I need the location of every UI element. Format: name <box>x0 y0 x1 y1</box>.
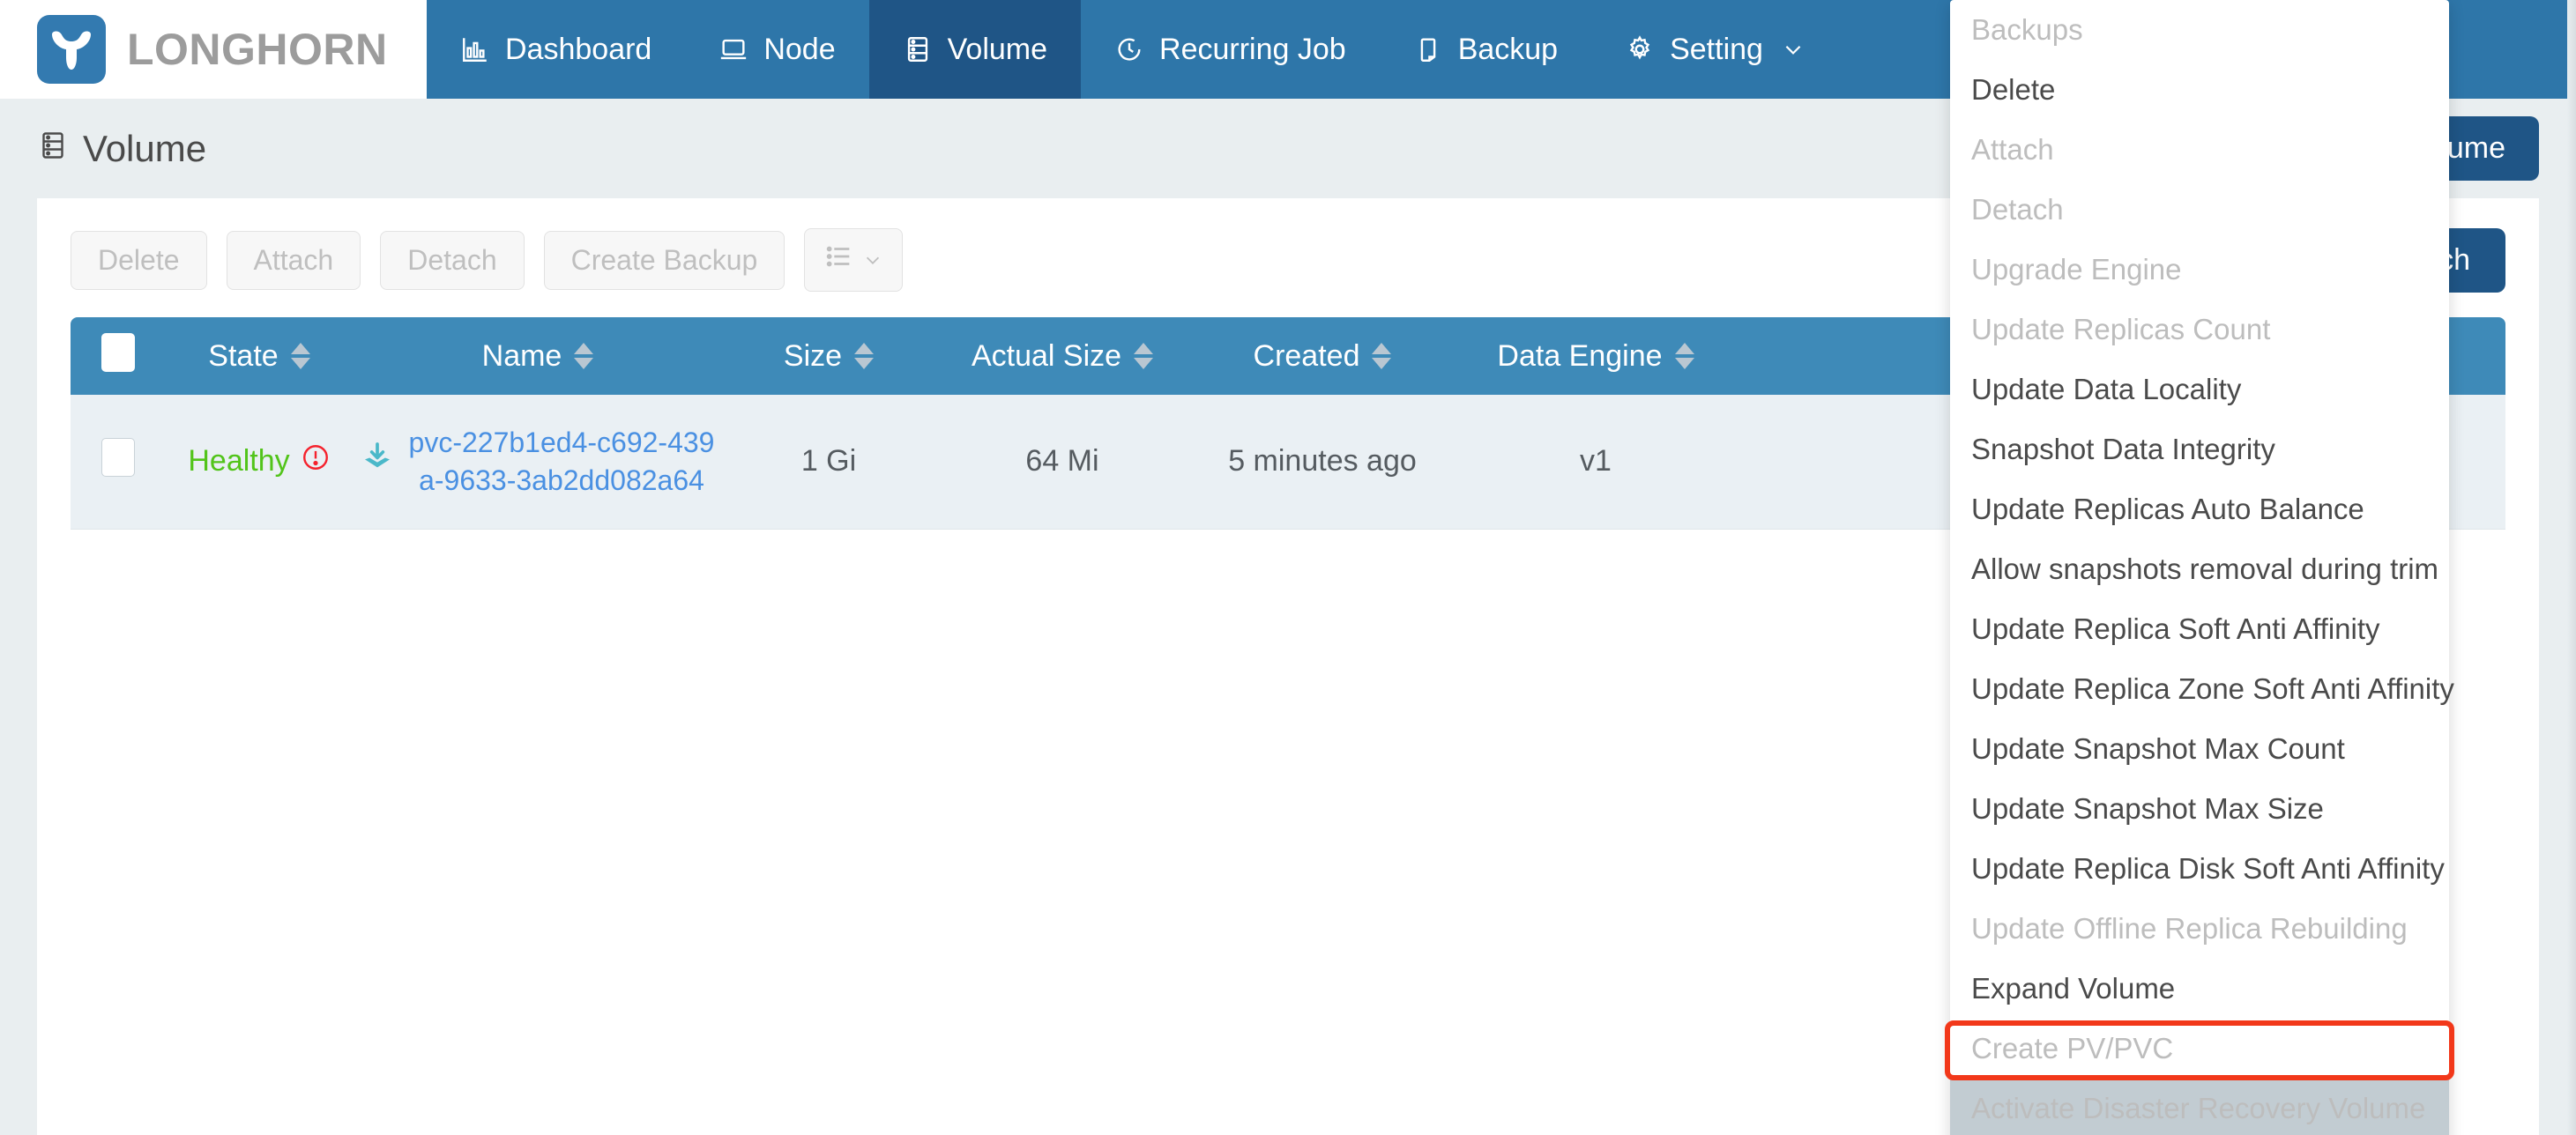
page-title: Volume <box>37 128 206 170</box>
row-created-cell: 5 minutes ago <box>1190 395 1455 530</box>
menu-item-allow-snapshots-removal-during-trim[interactable]: Allow snapshots removal during trim <box>1950 539 2449 599</box>
nav-item-volume[interactable]: Volume <box>868 0 1082 99</box>
volume-actions-dropdown: Backups Delete Attach Detach Upgrade Eng… <box>1950 0 2454 1135</box>
menu-item-detach[interactable]: Detach <box>1950 180 2449 240</box>
delete-button[interactable]: Delete <box>71 230 207 290</box>
database-icon <box>37 128 69 170</box>
longhorn-app: LONGHORN Dashboard Node Volume Recurring… <box>0 0 2576 1135</box>
page-title-label: Volume <box>83 127 207 169</box>
list-icon <box>824 241 854 278</box>
menu-item-update-replica-soft-anti-affinity[interactable]: Update Replica Soft Anti Affinity <box>1950 599 2449 659</box>
nav-item-setting[interactable]: Setting <box>1591 0 1838 99</box>
database-icon <box>903 34 933 64</box>
menu-item-expand-volume[interactable]: Expand Volume <box>1950 959 2449 1019</box>
row-state-label: Healthy <box>188 444 290 478</box>
sort-icon[interactable] <box>290 343 310 369</box>
menu-item-update-data-locality[interactable]: Update Data Locality <box>1950 360 2449 419</box>
th-label: Data Engine <box>1497 338 1663 373</box>
row-name-cell: pvc-227b1ed4-c692-439a-9633-3ab2dd082a64 <box>353 395 723 530</box>
th-actual-size[interactable]: Actual Size <box>934 317 1190 395</box>
screen-edge-sliver <box>2567 0 2576 1135</box>
row-name-link[interactable]: pvc-227b1ed4-c692-439a-9633-3ab2dd082a64 <box>407 424 716 500</box>
menu-item-update-offline-replica-rebuilding[interactable]: Update Offline Replica Rebuilding <box>1950 899 2449 959</box>
detach-button[interactable]: Detach <box>380 230 525 290</box>
menu-item-update-snapshot-max-count[interactable]: Update Snapshot Max Count <box>1950 719 2449 779</box>
chart-bar-icon <box>460 34 490 64</box>
th-label: State <box>208 338 279 373</box>
attach-button[interactable]: Attach <box>226 230 361 290</box>
menu-item-backups[interactable]: Backups <box>1950 0 2449 60</box>
menu-item-update-replicas-count[interactable]: Update Replicas Count <box>1950 300 2449 360</box>
row-size-cell: 1 Gi <box>723 395 934 530</box>
sort-icon[interactable] <box>1134 343 1154 369</box>
toolbar-actions: Delete Attach Detach Create Backup <box>71 228 904 292</box>
th-label: Created <box>1253 338 1360 373</box>
menu-item-attach[interactable]: Attach <box>1950 120 2449 180</box>
download-volume-icon[interactable] <box>360 440 395 483</box>
chevron-down-icon <box>863 244 882 277</box>
select-all-checkbox[interactable] <box>101 332 135 372</box>
th-state[interactable]: State <box>166 317 353 395</box>
th-label: Name <box>481 338 562 373</box>
menu-item-create-pv-pvc[interactable]: Create PV/PVC <box>1950 1019 2449 1079</box>
nav-item-backup[interactable]: Backup <box>1380 0 1591 99</box>
row-checkbox[interactable] <box>101 438 135 478</box>
nav-item-label: Volume <box>947 32 1048 66</box>
menu-item-activate-disaster-recovery-volume[interactable]: Activate Disaster Recovery Volume <box>1950 1079 2449 1135</box>
sort-icon[interactable] <box>574 343 594 369</box>
longhorn-bull-logo-icon <box>37 15 106 84</box>
th-name[interactable]: Name <box>353 317 723 395</box>
row-state-cell: Healthy <box>166 395 353 530</box>
nav-item-label: Node <box>763 32 836 66</box>
menu-item-update-replicas-auto-balance[interactable]: Update Replicas Auto Balance <box>1950 479 2449 539</box>
menu-item-upgrade-engine[interactable]: Upgrade Engine <box>1950 240 2449 300</box>
menu-item-update-replica-disk-soft-anti-affinity[interactable]: Update Replica Disk Soft Anti Affinity <box>1950 839 2449 899</box>
th-data-engine[interactable]: Data Engine <box>1455 317 1737 395</box>
copy-icon <box>1413 34 1443 64</box>
sort-icon[interactable] <box>1372 343 1392 369</box>
laptop-icon <box>718 34 748 64</box>
row-data-engine-cell: v1 <box>1455 395 1737 530</box>
row-select-cell[interactable] <box>71 395 166 530</box>
nav-item-node[interactable]: Node <box>685 0 868 99</box>
exclamation-circle-icon <box>301 442 331 480</box>
menu-item-snapshot-data-integrity[interactable]: Snapshot Data Integrity <box>1950 419 2449 479</box>
create-backup-button[interactable]: Create Backup <box>543 230 785 290</box>
nav-item-label: Setting <box>1670 32 1763 66</box>
menu-item-update-replica-zone-soft-anti-affinity[interactable]: Update Replica Zone Soft Anti Affinity <box>1950 659 2454 719</box>
brand-name: LONGHORN <box>127 25 388 74</box>
nav-item-label: Recurring Job <box>1159 32 1346 66</box>
gear-icon <box>1625 34 1655 64</box>
menu-item-update-snapshot-max-size[interactable]: Update Snapshot Max Size <box>1950 779 2449 839</box>
more-actions-button[interactable] <box>804 228 904 292</box>
chevron-down-icon <box>1782 38 1805 61</box>
th-label: Actual Size <box>971 338 1122 373</box>
sort-icon[interactable] <box>854 343 875 369</box>
nav-item-label: Dashboard <box>505 32 652 66</box>
th-label: Size <box>783 338 843 373</box>
clock-icon <box>1114 34 1144 64</box>
th-size[interactable]: Size <box>723 317 934 395</box>
sort-icon[interactable] <box>1674 343 1694 369</box>
th-created[interactable]: Created <box>1190 317 1455 395</box>
brand[interactable]: LONGHORN <box>0 0 427 99</box>
nav-item-label: Backup <box>1457 32 1559 66</box>
nav-item-dashboard[interactable]: Dashboard <box>427 0 685 99</box>
menu-item-delete[interactable]: Delete <box>1950 60 2449 120</box>
nav-item-recurring-job[interactable]: Recurring Job <box>1081 0 1380 99</box>
row-actual-size-cell: 64 Mi <box>934 395 1190 530</box>
th-select-all[interactable] <box>71 317 166 395</box>
